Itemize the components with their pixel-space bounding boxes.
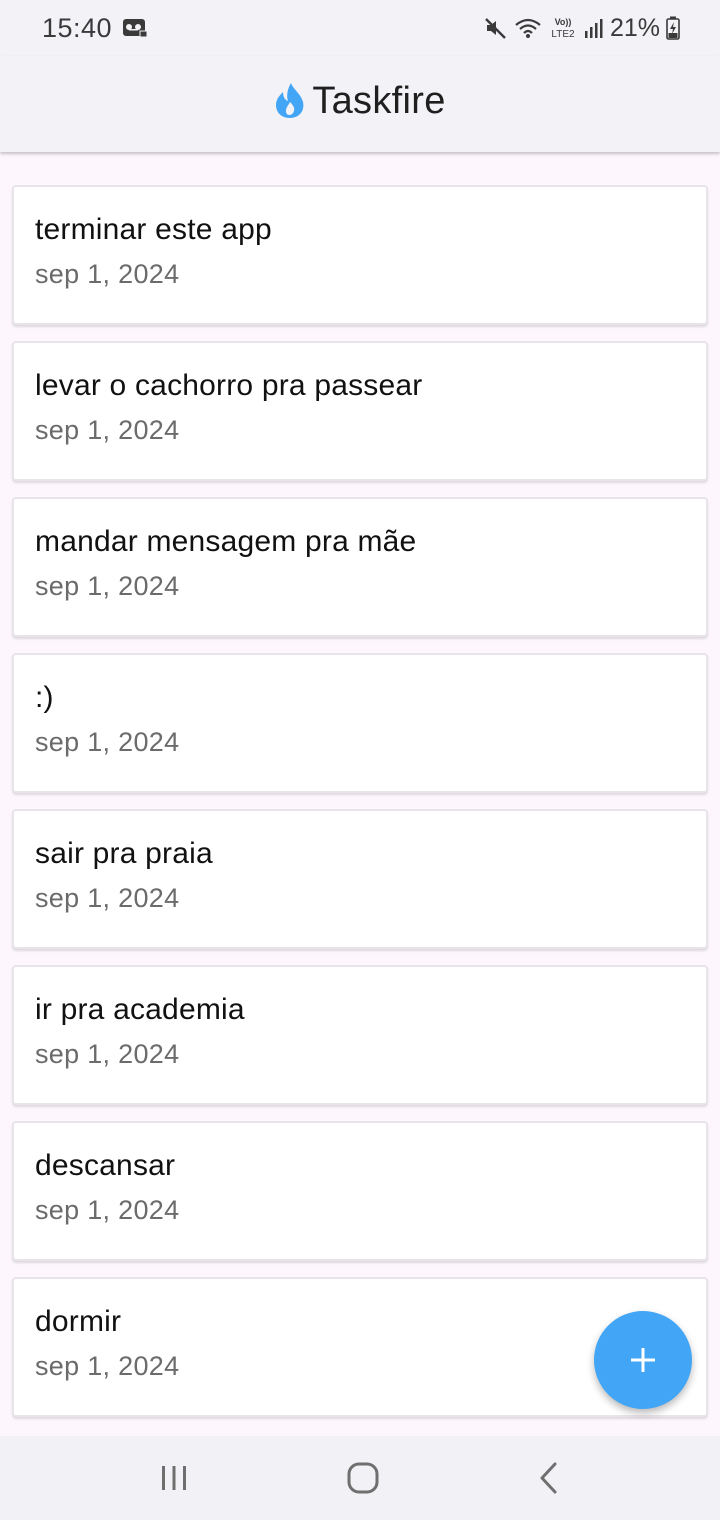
- task-title: levar o cachorro pra passear: [35, 369, 423, 402]
- task-title: ir pra academia: [35, 993, 245, 1026]
- wifi-icon: [514, 16, 542, 40]
- task-list: terminar este app sep 1, 2024 levar o ca…: [12, 185, 708, 1433]
- mute-icon: [484, 16, 508, 40]
- back-icon[interactable]: [537, 1461, 561, 1495]
- status-right: Vo)) LTE2 21%: [484, 14, 680, 43]
- task-date: sep 1, 2024: [35, 571, 180, 601]
- app-title-group: Taskfire: [274, 80, 445, 123]
- task-title: terminar este app: [35, 213, 272, 246]
- app-title: Taskfire: [312, 79, 446, 122]
- status-left: 15:40: [42, 13, 148, 44]
- home-icon[interactable]: [346, 1461, 380, 1495]
- task-title: descansar: [35, 1149, 176, 1182]
- task-date: sep 1, 2024: [35, 415, 180, 445]
- svg-text:Vo)): Vo)): [555, 17, 572, 27]
- voicemail-icon: [122, 18, 148, 38]
- task-date: sep 1, 2024: [35, 1195, 180, 1225]
- task-title: mandar mensagem pra mãe: [35, 525, 417, 558]
- status-time: 15:40: [42, 12, 113, 43]
- system-nav-bar: [0, 1436, 720, 1520]
- task-date: sep 1, 2024: [35, 1039, 180, 1069]
- recents-icon[interactable]: [159, 1464, 189, 1492]
- signal-icon: [584, 17, 604, 39]
- battery-percent: 21%: [609, 13, 660, 42]
- add-task-button[interactable]: [594, 1311, 692, 1409]
- task-date: sep 1, 2024: [35, 259, 180, 289]
- svg-text:LTE2: LTE2: [551, 29, 575, 40]
- task-card[interactable]: levar o cachorro pra passear sep 1, 2024: [12, 341, 708, 481]
- battery-icon: [666, 16, 680, 40]
- status-bar: 15:40 Vo)) LTE2 21%: [0, 0, 720, 56]
- task-card[interactable]: ir pra academia sep 1, 2024: [12, 965, 708, 1105]
- task-card[interactable]: mandar mensagem pra mãe sep 1, 2024: [12, 497, 708, 637]
- task-date: sep 1, 2024: [35, 727, 180, 757]
- plus-icon: [629, 1346, 657, 1374]
- task-card[interactable]: :) sep 1, 2024: [12, 653, 708, 793]
- app-bar: Taskfire: [0, 56, 720, 152]
- task-card[interactable]: terminar este app sep 1, 2024: [12, 185, 708, 325]
- task-card[interactable]: sair pra praia sep 1, 2024: [12, 809, 708, 949]
- task-card[interactable]: descansar sep 1, 2024: [12, 1121, 708, 1261]
- task-title: :): [35, 681, 54, 714]
- volte-icon: Vo)) LTE2: [548, 15, 578, 41]
- task-date: sep 1, 2024: [35, 883, 180, 913]
- task-title: sair pra praia: [35, 837, 213, 870]
- flame-icon: [274, 82, 306, 120]
